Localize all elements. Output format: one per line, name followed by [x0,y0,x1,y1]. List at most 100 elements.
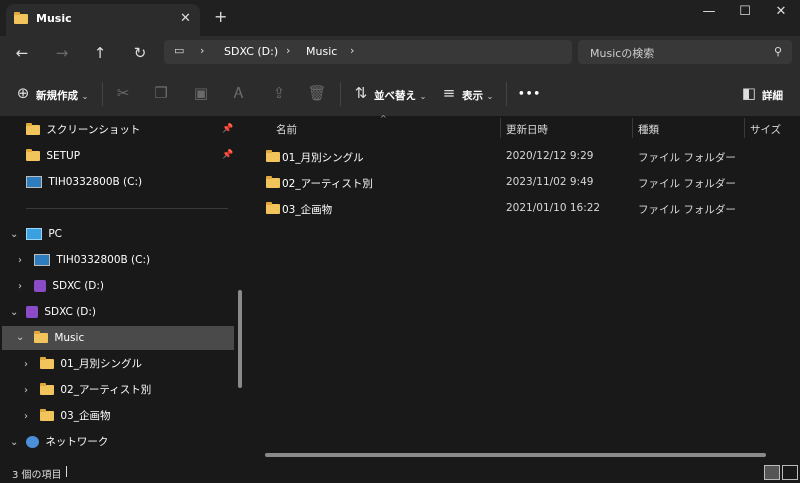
column-header-modified[interactable]: 更新日時 [506,122,548,137]
computer-icon: ▭ [174,44,185,57]
nav-item-screenshots[interactable]: スクリーンショット [26,118,140,142]
horizontal-scrollbar[interactable] [265,453,766,457]
breadcrumb-sdxc[interactable]: SDXC (D:) [224,45,278,58]
nav-label: ネットワーク [45,436,109,448]
column-header-name[interactable]: 名前 [276,122,297,137]
chevron-down-icon: ⌄ [81,92,89,101]
toolbar-divider [340,82,341,106]
view-lines-icon: ≡ [442,84,456,102]
column-divider[interactable] [500,118,501,138]
paste-icon[interactable]: ▣ [190,84,212,102]
chevron-down-icon: ⌄ [419,92,427,101]
column-header-type[interactable]: 種類 [638,122,659,137]
chevron-down-icon[interactable]: ⌄ [10,307,18,318]
nav-label: PC [48,228,63,240]
sd-card-icon [34,280,46,292]
nav-item-sdxc[interactable]: SDXC (D:) [26,300,96,324]
folder-icon [14,12,28,25]
chevron-right-icon[interactable]: › [286,44,290,57]
table-row[interactable]: 03_企画物 2021/01/10 16:22 ファイル フォルダー [262,198,782,218]
copy-icon[interactable]: ❐ [150,84,172,102]
chevron-right-icon[interactable]: › [24,385,28,396]
file-list-pane [250,117,800,463]
close-window-button[interactable]: ✕ [766,4,796,24]
column-divider[interactable] [744,118,745,138]
chevron-right-icon[interactable]: › [18,255,22,266]
column-header-size[interactable]: サイズ [750,122,781,137]
chevron-right-icon[interactable]: › [350,44,354,57]
details-view-button[interactable] [764,465,780,480]
chevron-right-icon[interactable]: › [24,411,28,422]
nav-item-music[interactable]: ⌄ Music [2,326,234,350]
address-bar[interactable]: ▭ › SDXC (D:) › Music › [164,40,572,64]
nav-item-pc[interactable]: PC [26,222,62,246]
share-icon[interactable]: ⇪ [268,84,290,102]
nav-item-pc-sdxc[interactable]: SDXC (D:) [34,274,104,298]
pin-icon: 📌 [222,150,234,160]
folder-icon [266,150,280,163]
forward-arrow-icon[interactable]: → [52,44,72,62]
new-button[interactable]: 新規作成 ⌄ [36,88,88,103]
back-arrow-icon[interactable]: ← [12,44,32,62]
nav-label: SDXC (D:) [44,306,97,318]
search-input[interactable]: Musicの検索 ⚲ [578,40,792,64]
plus-circle-icon: ⊕ [16,84,30,102]
file-type: ファイル フォルダー [638,178,736,190]
pin-icon: 📌 [222,124,234,134]
nav-label: 03_企画物 [60,410,111,422]
network-icon [26,436,39,448]
folder-icon [40,409,54,421]
up-arrow-icon[interactable]: ↑ [90,44,110,62]
more-options-button[interactable]: ••• [518,88,541,100]
nav-label: Music [54,332,85,344]
new-tab-button[interactable]: + [214,7,227,26]
nav-divider [26,208,228,209]
folder-icon [34,331,48,343]
column-divider[interactable] [632,118,633,138]
chevron-right-icon[interactable]: › [200,44,204,57]
folder-icon [40,383,54,395]
chevron-down-icon[interactable]: ⌄ [10,229,18,240]
chevron-down-icon[interactable]: ⌄ [16,326,24,350]
details-pane-icon: ◧ [741,84,757,102]
chevron-right-icon[interactable]: › [18,281,22,292]
nav-label: 01_月別シングル [60,358,142,370]
nav-label: スクリーンショット [46,124,141,136]
nav-item-setup[interactable]: SETUP [26,144,80,168]
cut-icon[interactable]: ✂ [112,84,134,102]
nav-item-by-artist[interactable]: 02_アーティスト別 [40,378,151,402]
tab-music[interactable]: Music ✕ [6,4,200,36]
drive-icon [34,254,50,266]
nav-item-monthly-singles[interactable]: 01_月別シングル [40,352,142,376]
details-button[interactable]: 詳細 [762,88,783,103]
tab-close-icon[interactable]: ✕ [180,11,191,26]
view-label: 表示 [462,90,483,102]
status-bar [0,463,800,483]
drive-icon [26,176,42,188]
tiles-view-button[interactable] [782,465,798,480]
nav-item-specials[interactable]: 03_企画物 [40,404,110,428]
search-placeholder: Musicの検索 [590,47,655,60]
rename-icon[interactable]: Ꭺ [228,84,250,102]
nav-item-pc-drive-c[interactable]: TIH0332800B (C:) [34,248,150,272]
breadcrumb-music[interactable]: Music [306,45,337,58]
sort-button[interactable]: 並べ替え ⌄ [374,88,426,103]
maximize-button[interactable]: ☐ [730,4,760,24]
nav-scrollbar[interactable] [238,290,242,388]
chevron-down-icon[interactable]: ⌄ [10,437,18,448]
folder-icon [26,123,40,135]
view-button[interactable]: 表示 ⌄ [462,88,493,103]
chevron-right-icon[interactable]: › [24,359,28,370]
refresh-icon[interactable]: ↻ [130,44,150,62]
delete-icon[interactable]: 🗑 [306,84,328,102]
nav-item-network[interactable]: ネットワーク [26,430,108,454]
table-row[interactable]: 02_アーティスト別 2023/11/02 9:49 ファイル フォルダー [262,172,782,192]
nav-label: TIH0332800B (C:) [48,176,143,188]
file-modified: 2021/01/10 16:22 [506,202,601,214]
file-name: 02_アーティスト別 [282,178,373,190]
minimize-button[interactable]: — [694,4,724,24]
file-name: 03_企画物 [282,204,333,216]
table-row[interactable]: 01_月別シングル 2020/12/12 9:29 ファイル フォルダー [262,146,782,166]
nav-item-drive-c[interactable]: TIH0332800B (C:) [26,170,142,194]
file-modified: 2020/12/12 9:29 [506,150,594,162]
